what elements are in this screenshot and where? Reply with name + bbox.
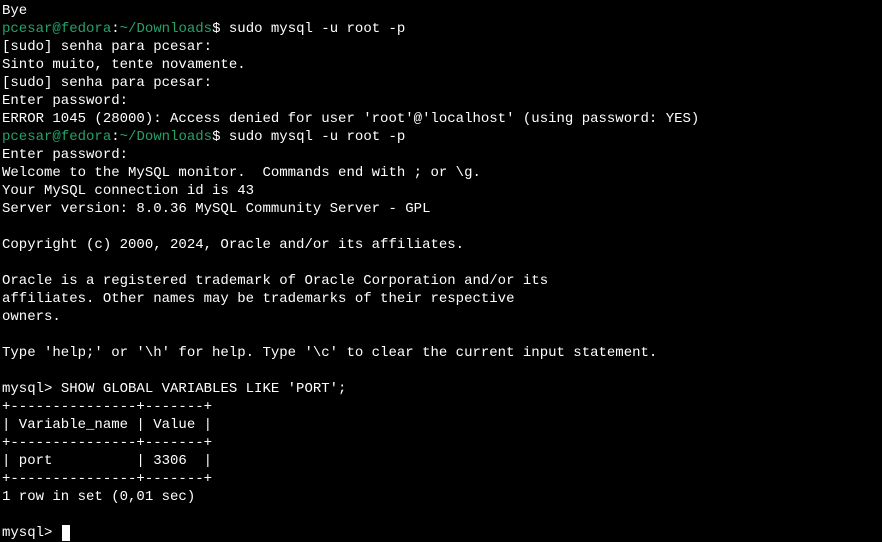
prompt-path-2: ~/Downloads	[120, 129, 212, 145]
mysql-command-1: SHOW GLOBAL VARIABLES LIKE 'PORT';	[61, 381, 347, 397]
welcome-line: Welcome to the MySQL monitor. Commands e…	[2, 165, 481, 181]
sudo-prompt-1: [sudo] senha para pcesar:	[2, 39, 220, 55]
table-header: | Variable_name | Value |	[2, 417, 212, 433]
trademark-3: owners.	[2, 309, 61, 325]
trademark-1: Oracle is a registered trademark of Orac…	[2, 273, 548, 289]
connection-id: Your MySQL connection id is 43	[2, 183, 254, 199]
mysql-prompt-2[interactable]: mysql>	[2, 525, 61, 541]
mysql-error: ERROR 1045 (28000): Access denied for us…	[2, 111, 699, 127]
server-version: Server version: 8.0.36 MySQL Community S…	[2, 201, 430, 217]
enter-password-2: Enter password:	[2, 147, 136, 163]
help-line: Type 'help;' or '\h' for help. Type '\c'…	[2, 345, 657, 361]
prompt-user-2: pcesar	[2, 129, 52, 145]
sudo-retry: Sinto muito, tente novamente.	[2, 57, 246, 73]
trademark-2: affiliates. Other names may be trademark…	[2, 291, 514, 307]
prompt-dollar-2: $	[212, 129, 229, 145]
command-1: sudo mysql -u root -p	[229, 21, 405, 37]
prompt-at-2: @	[52, 129, 60, 145]
table-border-1: +---------------+-------+	[2, 399, 212, 415]
cursor[interactable]	[62, 525, 70, 541]
prompt-path: ~/Downloads	[120, 21, 212, 37]
sudo-prompt-2: [sudo] senha para pcesar:	[2, 75, 220, 91]
table-row: | port | 3306 |	[2, 453, 212, 469]
enter-password-1: Enter password:	[2, 93, 136, 109]
table-border-3: +---------------+-------+	[2, 471, 212, 487]
terminal-output-bye: Bye	[2, 3, 27, 19]
prompt-colon-2: :	[111, 129, 119, 145]
table-border-2: +---------------+-------+	[2, 435, 212, 451]
copyright: Copyright (c) 2000, 2024, Oracle and/or …	[2, 237, 464, 253]
prompt-host: fedora	[61, 21, 111, 37]
prompt-dollar: $	[212, 21, 229, 37]
prompt-at: @	[52, 21, 60, 37]
prompt-colon: :	[111, 21, 119, 37]
prompt-user: pcesar	[2, 21, 52, 37]
prompt-host-2: fedora	[61, 129, 111, 145]
command-2: sudo mysql -u root -p	[229, 129, 405, 145]
row-count: 1 row in set (0,01 sec)	[2, 489, 195, 505]
mysql-prompt-1: mysql>	[2, 381, 61, 397]
